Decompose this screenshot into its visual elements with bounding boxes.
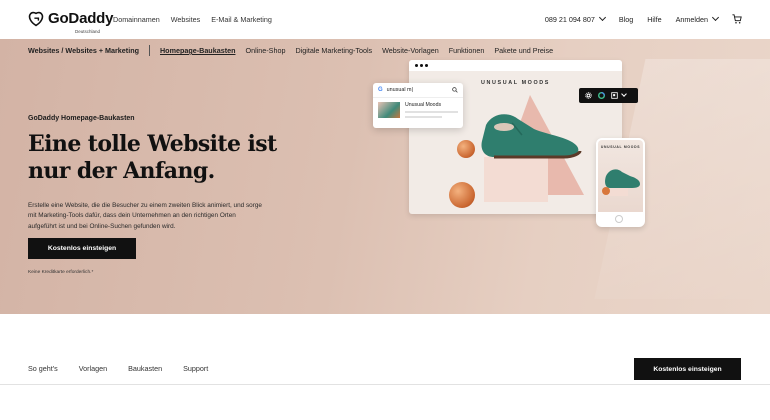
sub-navigation: Websites / Websites + Marketing Homepage… (28, 45, 563, 56)
cart-icon[interactable] (732, 14, 742, 24)
search-result[interactable]: Unusual Moods (373, 98, 463, 122)
window-dot (425, 64, 428, 67)
subnav-pakete-preise[interactable]: Pakete und Preise (494, 46, 553, 55)
subnav-website-vorlagen[interactable]: Website-Vorlagen (382, 46, 439, 55)
phone-screen: UNUSUAL MOODS (598, 140, 643, 212)
chevron-down-icon[interactable] (621, 90, 627, 97)
phone-home-button (615, 215, 623, 223)
subnav-homepage-baukasten[interactable]: Homepage-Baukasten (160, 46, 236, 55)
login-menu[interactable]: Anmelden (675, 13, 720, 24)
logo-country: Deutschland (75, 29, 101, 34)
subnav-funktionen[interactable]: Funktionen (449, 46, 485, 55)
search-query: unusual m| (386, 87, 413, 93)
login-label: Anmelden (675, 14, 708, 24)
hero-eyebrow: GoDaddy Homepage-Baukasten (28, 115, 135, 122)
placeholder-line (405, 116, 443, 118)
subnav-marketing-tools[interactable]: Digitale Marketing-Tools (295, 46, 372, 55)
utility-nav: 089 21 094 807 Blog Hilfe Anmelden (544, 13, 742, 24)
phone-mockup: UNUSUAL MOODS (596, 138, 645, 227)
gear-icon[interactable] (585, 92, 592, 99)
hero-headline: Eine tolle Website ist nur der Anfang. (28, 131, 277, 184)
divider (148, 45, 150, 56)
subnav-online-shop[interactable]: Online-Shop (245, 46, 285, 55)
no-credit-card-note: Keine Kreditkarte erforderlich.* (28, 270, 94, 275)
chevron-down-icon (711, 13, 720, 21)
nav-websites[interactable]: Websites (171, 15, 200, 24)
phone-number[interactable]: 089 21 094 807 (544, 13, 606, 24)
color-palette-icon[interactable] (598, 92, 605, 99)
main-nav: Domainnamen Websites E-Mail & Marketing (113, 15, 272, 24)
top-navigation: GoDaddy Deutschland Domainnamen Websites… (0, 0, 770, 39)
chevron-down-icon (598, 13, 606, 21)
search-bar[interactable]: G unusual m| (373, 83, 463, 98)
breadcrumb[interactable]: Websites / Websites + Marketing (28, 46, 139, 55)
link-vorlagen[interactable]: Vorlagen (79, 364, 107, 373)
link-so-gehts[interactable]: So geht's (28, 364, 58, 373)
search-popup: G unusual m| Unusual Moods (373, 83, 463, 128)
window-dot (415, 64, 418, 67)
nav-email-marketing[interactable]: E-Mail & Marketing (211, 15, 272, 24)
phone-brand-title: UNUSUAL MOODS (600, 145, 641, 149)
result-title: Unusual Moods (405, 102, 442, 108)
section-links: So geht's Vorlagen Baukasten Support (28, 364, 208, 373)
logo-text: GoDaddy (48, 10, 114, 27)
link-support[interactable]: Support (183, 364, 208, 373)
search-icon (452, 87, 458, 93)
godaddy-logo-icon (28, 11, 44, 26)
hero-section: Websites / Websites + Marketing Homepage… (0, 39, 770, 314)
browser-bar (409, 60, 622, 71)
nav-domainnamen[interactable]: Domainnamen (113, 15, 160, 24)
help-link[interactable]: Hilfe (647, 15, 661, 24)
result-thumbnail (378, 102, 400, 118)
hero-description: Erstelle eine Website, die die Besucher … (28, 202, 262, 230)
editor-toolbar (579, 88, 638, 103)
phone-label: 089 21 094 807 (544, 14, 595, 24)
link-baukasten[interactable]: Baukasten (128, 364, 162, 373)
sticky-bottom-bar: So geht's Vorlagen Baukasten Support Kos… (0, 350, 770, 385)
blog-link[interactable]: Blog (619, 15, 633, 24)
placeholder-line (405, 111, 458, 113)
orange-fruit (457, 140, 475, 158)
orange-fruit (449, 182, 475, 208)
window-dot (420, 64, 423, 67)
start-free-button-bottom[interactable]: Kostenlos einsteigen (634, 358, 741, 380)
layout-icon[interactable] (611, 92, 618, 99)
shoe-illustration (481, 114, 582, 159)
start-free-button[interactable]: Kostenlos einsteigen (28, 238, 136, 259)
godaddy-logo[interactable]: GoDaddy (28, 10, 113, 27)
shoe-illustration (602, 169, 640, 196)
google-icon: G (378, 87, 383, 93)
